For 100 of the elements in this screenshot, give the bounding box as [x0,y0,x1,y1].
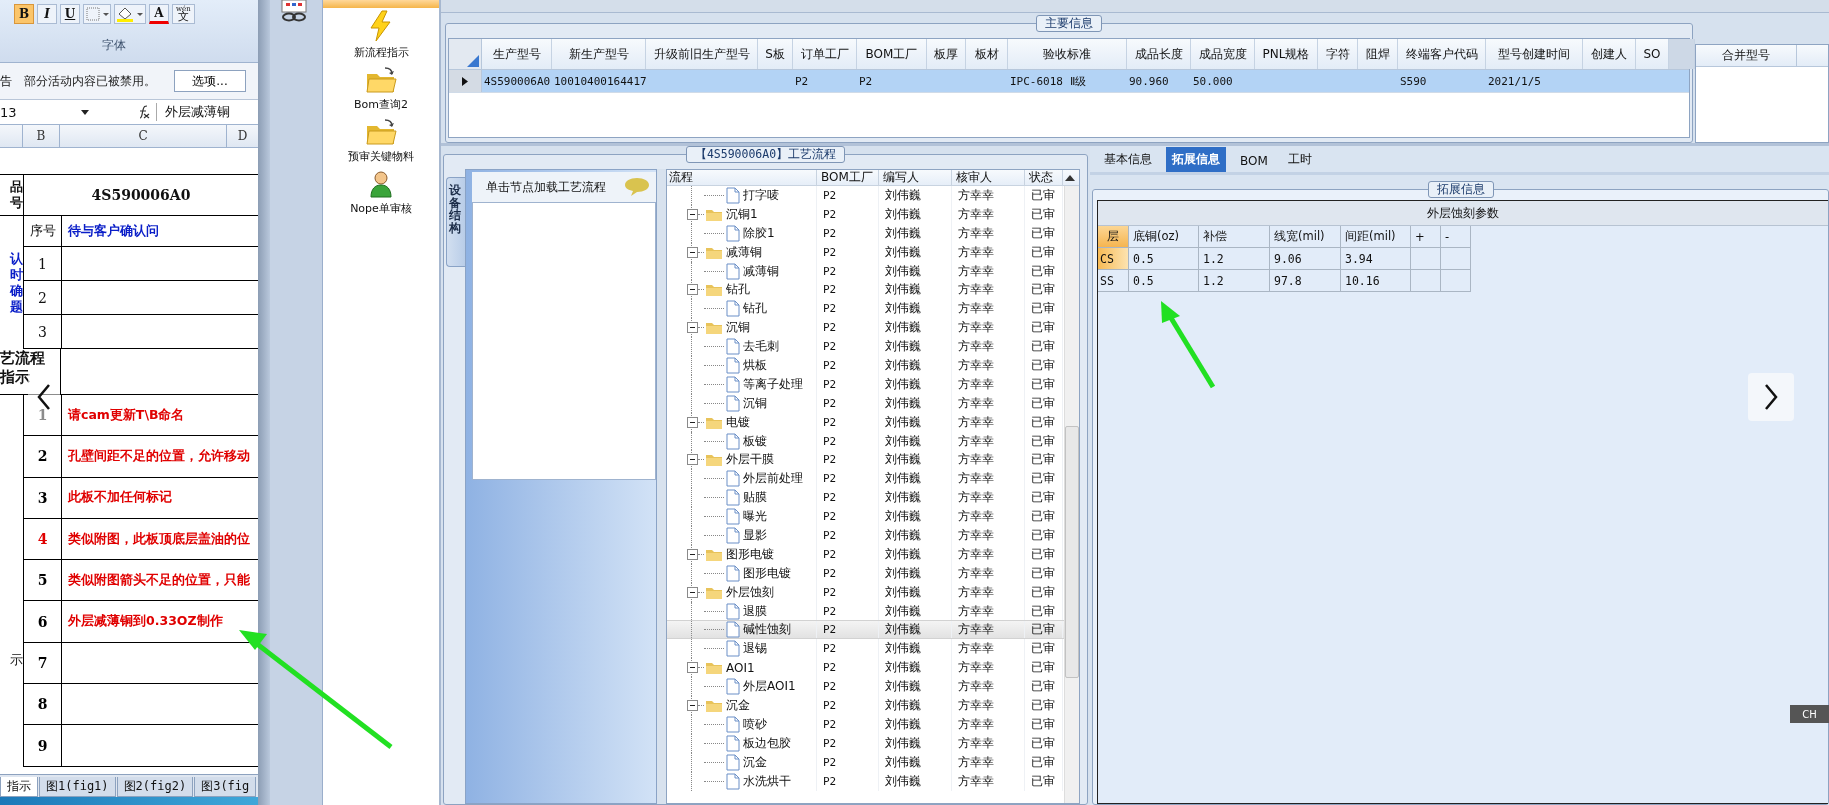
column-header[interactable]: 验收标准 [1008,39,1127,69]
column-header[interactable]: 成品宽度 [1191,39,1255,69]
scrollbar[interactable] [1064,186,1079,803]
collapse-icon[interactable] [687,322,698,334]
collapse-icon[interactable] [687,454,698,466]
tab[interactable]: BOM [1234,150,1274,172]
tree-row[interactable]: 沉铜 P2 刘伟巍 方幸幸 已审 [667,318,1064,338]
column-header[interactable]: 生产型号 [482,39,552,69]
format-button[interactable]: B [14,4,34,24]
tree-row[interactable]: 电镀 P2 刘伟巍 方幸幸 已审 [667,412,1064,432]
name-box[interactable]: 13 [0,104,68,120]
sheet-tab[interactable]: 图2(fig2) [116,777,194,797]
tree-row[interactable]: 沉金 P2 刘伟巍 方幸幸 已审 [667,696,1064,715]
tree-row[interactable]: 沉金 P2 刘伟巍 方幸幸 已审 [667,752,1064,772]
fill-color-icon[interactable] [114,4,146,24]
tree-row[interactable]: 水洗烘干 P2 刘伟巍 方幸幸 已审 [667,771,1064,791]
column-header[interactable]: 订单工厂 [793,39,857,69]
tree-row[interactable]: 减薄铜 P2 刘伟巍 方幸幸 已审 [667,261,1064,281]
column-header[interactable]: BOM工厂 [857,39,927,69]
sheet-tab[interactable]: 指示 [0,777,38,797]
tree-row[interactable]: 沉铜 P2 刘伟巍 方幸幸 已审 [667,393,1064,413]
language-indicator[interactable]: CH [1790,705,1829,723]
tree-row[interactable]: 外层蚀刻 P2 刘伟巍 方幸幸 已审 [667,582,1064,602]
column-header[interactable]: D [227,125,258,147]
nav-item[interactable]: 新流程指示 [323,8,439,64]
column-header[interactable]: 板厚 [927,39,966,69]
column-header[interactable]: + [1411,226,1441,248]
column-header[interactable]: B [23,125,60,147]
tree-row[interactable]: 板边包胶 P2 刘伟巍 方幸幸 已审 [667,733,1064,753]
column-header[interactable]: 层 [1098,226,1129,248]
column-header[interactable]: BOM工厂 [817,170,879,185]
tree-row[interactable]: 外层AOI1 P2 刘伟巍 方幸幸 已审 [667,677,1064,697]
next-button[interactable] [1748,373,1794,421]
tree-row[interactable]: 板镀 P2 刘伟巍 方幸幸 已审 [667,431,1064,451]
tree-row[interactable]: 碱性蚀刻 P2 刘伟巍 方幸幸 已审 [667,620,1064,640]
sheet-tab[interactable]: 图1(fig1) [39,777,116,797]
sheet-tab[interactable]: 图3(fig [194,777,257,797]
tree-row[interactable]: 喷砂 P2 刘伟巍 方幸幸 已审 [667,714,1064,734]
tree-row[interactable]: 钻孔 P2 刘伟巍 方幸幸 已审 [667,280,1064,300]
column-header[interactable]: 新生产型号 [552,39,646,69]
options-button[interactable]: 选项... [174,70,246,92]
collapse-icon[interactable] [687,246,698,258]
tree-row[interactable]: 退锡 P2 刘伟巍 方幸幸 已审 [667,639,1064,659]
tab[interactable]: 拓展信息 [1166,147,1226,172]
column-header[interactable]: 线宽(mil) [1270,226,1341,248]
column-header[interactable]: PNL规格 [1255,39,1318,69]
tree-row[interactable]: 图形电镀 P2 刘伟巍 方幸幸 已审 [667,544,1064,564]
column-header[interactable]: 板材 [966,39,1008,69]
column-header[interactable]: 流程 [667,170,817,185]
column-header[interactable]: 终端客户代码 [1398,39,1486,69]
column-header[interactable]: 底铜(oz) [1129,226,1199,248]
tree-row[interactable]: AOI1 P2 刘伟巍 方幸幸 已审 [667,658,1064,678]
tree-row[interactable]: 显影 P2 刘伟巍 方幸幸 已审 [667,526,1064,545]
column-header[interactable]: 成品长度 [1127,39,1191,69]
side-tab[interactable]: 设备结构 [446,177,465,267]
tree-row[interactable]: 图形电镀 P2 刘伟巍 方幸幸 已审 [667,563,1064,583]
column-header[interactable]: - [1441,226,1471,248]
tree-row[interactable]: 沉铜1 P2 刘伟巍 方幸幸 已审 [667,204,1064,224]
collapse-icon[interactable] [687,416,698,428]
table-row[interactable]: 4S590006A0 10010400164417 P2 P2 IPC-6018 Ⅱ级 90.960 50.000 S590 2021/1/5 [449,70,1689,93]
tree-row[interactable]: 外层干膜 P2 刘伟巍 方幸幸 已审 [667,450,1064,470]
column-header[interactable]: C [60,125,227,147]
column-header[interactable]: 升级前旧生产型号 [646,39,758,69]
tree-row[interactable]: 贴膜 P2 刘伟巍 方幸幸 已审 [667,488,1064,508]
collapse-icon[interactable] [687,208,698,220]
tree-row[interactable]: 等离子处理 P2 刘伟巍 方幸幸 已审 [667,374,1064,394]
column-header[interactable]: 补偿 [1199,226,1270,248]
tab[interactable]: 基本信息 [1098,147,1158,172]
tree-row[interactable]: 外层前处理 P2 刘伟巍 方幸幸 已审 [667,469,1064,489]
column-header[interactable]: 创建人 [1583,39,1636,69]
formula-field[interactable]: 外层减薄铜 [156,103,230,121]
tree-row[interactable]: 减薄铜 P2 刘伟巍 方幸幸 已审 [667,242,1064,262]
column-header[interactable]: S板 [758,39,793,69]
collapse-icon[interactable] [687,700,698,711]
collapse-icon[interactable] [687,586,698,598]
tree-row[interactable]: 去毛刺 P2 刘伟巍 方幸幸 已审 [667,337,1064,356]
dropdown-icon[interactable] [80,108,90,116]
tree-row[interactable]: 打字唛 P2 刘伟巍 方幸幸 已审 [667,186,1064,205]
column-header[interactable]: 阻焊 [1358,39,1398,69]
column-header[interactable]: 型号创建时间 [1486,39,1583,69]
collapse-icon[interactable] [687,548,698,560]
row-header[interactable]: SS [1098,270,1129,292]
tab[interactable]: 工时 [1281,147,1318,172]
font-color-button[interactable]: A [149,4,169,24]
nav-item[interactable]: Nope单审核 [323,168,439,220]
column-header[interactable]: 编写人 [879,170,952,185]
nav-item[interactable]: Bom查询2 [323,64,439,116]
column-header[interactable]: 核审人 [952,170,1025,185]
collapse-icon[interactable] [687,284,698,296]
tree-row[interactable]: 除胶1 P2 刘伟巍 方幸幸 已审 [667,223,1064,243]
scroll-thumb[interactable] [1065,426,1079,678]
nav-item[interactable]: 预审关键物料 [323,116,439,168]
format-button[interactable]: U [60,4,80,24]
row-header[interactable]: CS [1098,248,1129,270]
tree-row[interactable]: 曝光 P2 刘伟巍 方幸幸 已审 [667,507,1064,527]
column-header[interactable]: 状态 [1025,170,1063,185]
column-header[interactable]: 间距(mil) [1341,226,1411,248]
collapse-icon[interactable] [687,662,698,674]
column-header[interactable]: 字符 [1318,39,1358,69]
format-button[interactable]: I [37,4,57,24]
